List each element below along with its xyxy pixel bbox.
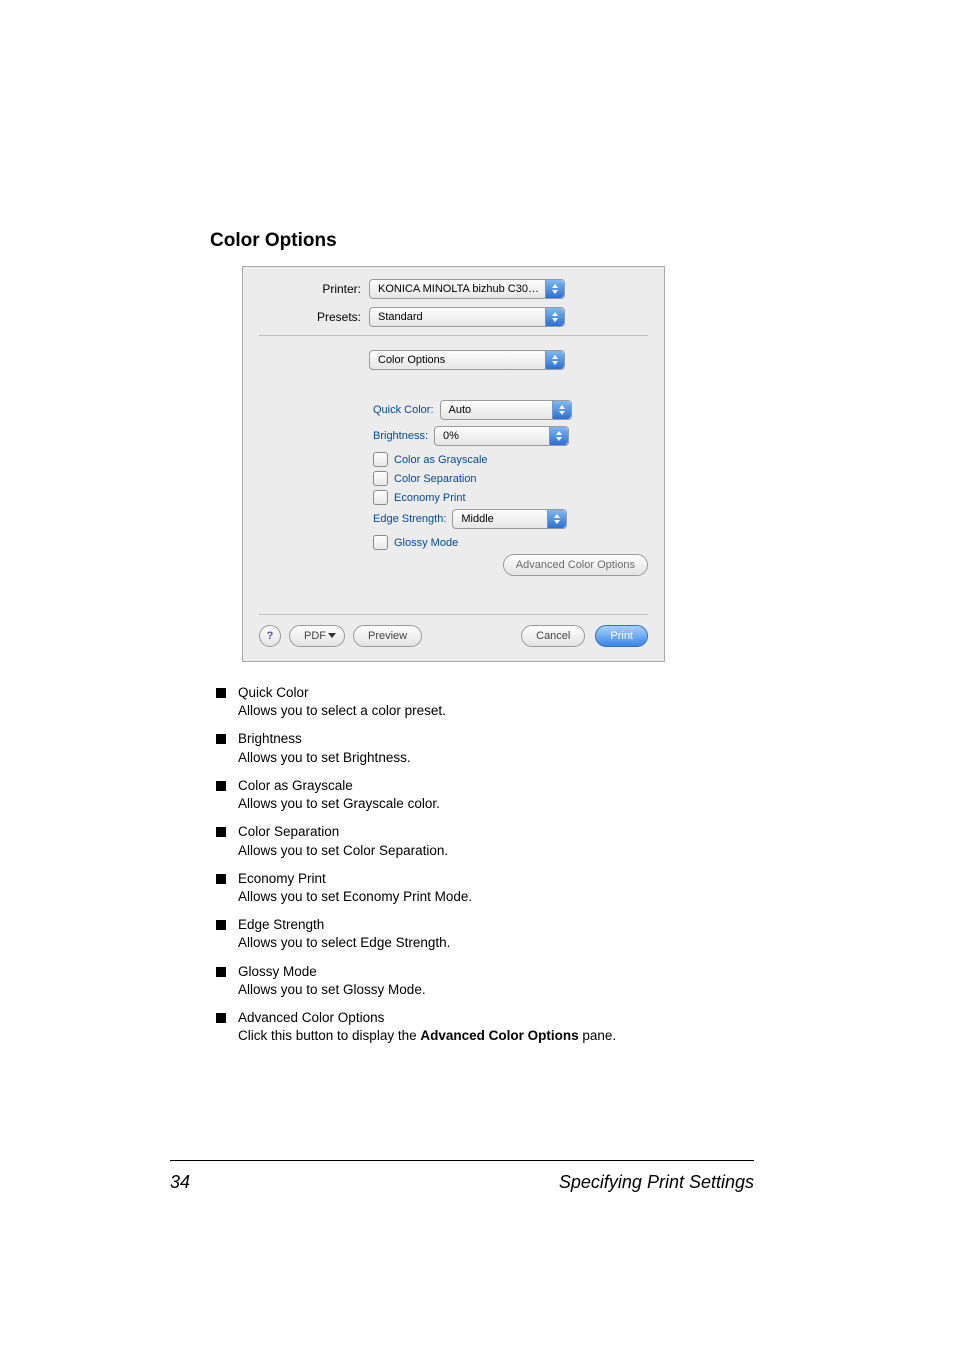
economy-checkbox-row[interactable]: Economy Print xyxy=(373,490,648,505)
pdf-button[interactable]: PDF xyxy=(289,625,345,647)
item-text: Click this button to display the Advance… xyxy=(238,1027,616,1045)
checkbox-icon xyxy=(373,535,388,550)
cancel-button[interactable]: Cancel xyxy=(521,625,585,647)
bullet-icon xyxy=(216,734,226,744)
edge-strength-select[interactable]: Middle xyxy=(452,509,567,529)
presets-select[interactable]: Standard xyxy=(369,307,565,327)
panel-select[interactable]: Color Options xyxy=(369,350,565,370)
brightness-select[interactable]: 0% xyxy=(434,426,569,446)
checkbox-icon xyxy=(373,490,388,505)
separation-checkbox-label: Color Separation xyxy=(394,473,477,485)
bullet-icon xyxy=(216,688,226,698)
printer-select[interactable]: KONICA MINOLTA bizhub C30… xyxy=(369,279,565,299)
pdf-button-label: PDF xyxy=(304,630,326,642)
list-item: Edge Strength Allows you to select Edge … xyxy=(216,916,754,952)
bullet-icon xyxy=(216,827,226,837)
bullet-icon xyxy=(216,920,226,930)
list-item: Quick Color Allows you to select a color… xyxy=(216,684,754,720)
item-text: Allows you to set Grayscale color. xyxy=(238,795,440,813)
preview-button[interactable]: Preview xyxy=(353,625,422,647)
item-title: Color Separation xyxy=(238,823,448,841)
printer-select-value: KONICA MINOLTA bizhub C30… xyxy=(378,283,545,295)
footer-rule xyxy=(170,1160,754,1161)
quick-color-value: Auto xyxy=(449,404,552,416)
list-item: Economy Print Allows you to set Economy … xyxy=(216,870,754,906)
brightness-label: Brightness: xyxy=(373,430,428,442)
quick-color-select[interactable]: Auto xyxy=(440,400,572,420)
panel-select-value: Color Options xyxy=(378,354,545,366)
stepper-icon xyxy=(552,401,571,419)
edge-strength-label: Edge Strength: xyxy=(373,513,446,525)
item-title: Economy Print xyxy=(238,870,472,888)
page-number: 34 xyxy=(170,1172,190,1193)
presets-label: Presets: xyxy=(259,310,369,324)
grayscale-checkbox-label: Color as Grayscale xyxy=(394,454,488,466)
item-title: Edge Strength xyxy=(238,916,450,934)
glossy-checkbox-row[interactable]: Glossy Mode xyxy=(373,535,648,550)
item-title: Quick Color xyxy=(238,684,446,702)
stepper-icon xyxy=(549,427,568,445)
item-text: Allows you to set Glossy Mode. xyxy=(238,981,426,999)
item-title: Glossy Mode xyxy=(238,963,426,981)
bullet-icon xyxy=(216,781,226,791)
item-title: Color as Grayscale xyxy=(238,777,440,795)
separation-checkbox-row[interactable]: Color Separation xyxy=(373,471,648,486)
stepper-icon xyxy=(545,351,564,369)
print-button[interactable]: Print xyxy=(595,625,648,647)
print-dialog: Printer: KONICA MINOLTA bizhub C30… Pres… xyxy=(242,266,665,662)
item-text: Allows you to select a color preset. xyxy=(238,702,446,720)
chevron-down-icon xyxy=(328,633,336,638)
stepper-icon xyxy=(545,308,564,326)
item-text: Allows you to set Brightness. xyxy=(238,749,411,767)
list-item: Advanced Color Options Click this button… xyxy=(216,1009,754,1045)
help-button[interactable]: ? xyxy=(259,625,281,647)
bullet-icon xyxy=(216,1013,226,1023)
item-text: Allows you to set Color Separation. xyxy=(238,842,448,860)
bullet-icon xyxy=(216,874,226,884)
item-text: Allows you to set Economy Print Mode. xyxy=(238,888,472,906)
advanced-color-options-button[interactable]: Advanced Color Options xyxy=(503,554,648,576)
presets-select-value: Standard xyxy=(378,311,545,323)
glossy-checkbox-label: Glossy Mode xyxy=(394,537,458,549)
item-title: Advanced Color Options xyxy=(238,1009,616,1027)
footer-title: Specifying Print Settings xyxy=(559,1172,754,1193)
brightness-value: 0% xyxy=(443,430,549,442)
divider xyxy=(259,335,648,336)
quick-color-label: Quick Color: xyxy=(373,404,434,416)
item-title: Brightness xyxy=(238,730,411,748)
edge-strength-value: Middle xyxy=(461,513,547,525)
bullet-icon xyxy=(216,967,226,977)
checkbox-icon xyxy=(373,452,388,467)
checkbox-icon xyxy=(373,471,388,486)
list-item: Color Separation Allows you to set Color… xyxy=(216,823,754,859)
stepper-icon xyxy=(547,510,566,528)
stepper-icon xyxy=(545,280,564,298)
printer-label: Printer: xyxy=(259,282,369,296)
item-text: Allows you to select Edge Strength. xyxy=(238,934,450,952)
list-item: Glossy Mode Allows you to set Glossy Mod… xyxy=(216,963,754,999)
grayscale-checkbox-row[interactable]: Color as Grayscale xyxy=(373,452,648,467)
list-item: Brightness Allows you to set Brightness. xyxy=(216,730,754,766)
economy-checkbox-label: Economy Print xyxy=(394,492,466,504)
description-list: Quick Color Allows you to select a color… xyxy=(216,684,754,1046)
section-heading: Color Options xyxy=(210,230,754,252)
list-item: Color as Grayscale Allows you to set Gra… xyxy=(216,777,754,813)
